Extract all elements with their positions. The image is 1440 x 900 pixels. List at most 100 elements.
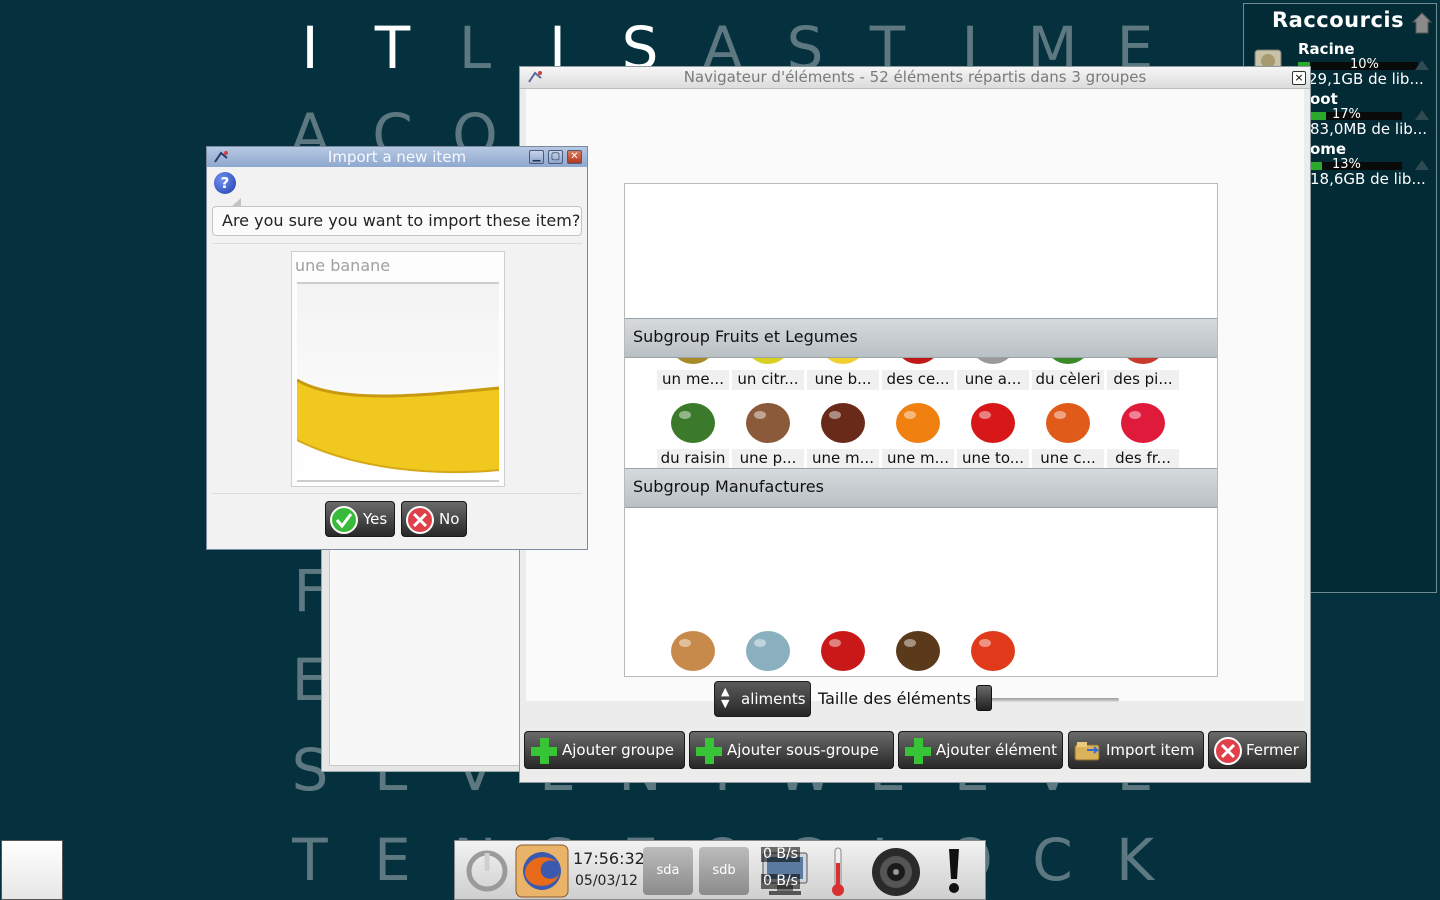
network-monitor[interactable]: 0 B/s 0 B/s	[757, 845, 813, 899]
drive-free-space: 83,0MB de lib...	[1310, 120, 1428, 138]
list-item[interactable]: une m...	[807, 393, 879, 469]
help-icon: ?	[214, 172, 236, 194]
add-element-button[interactable]: Ajouter élément	[898, 731, 1063, 769]
item-size-label: Taille des éléments	[818, 689, 971, 708]
no-button[interactable]: No	[401, 501, 467, 537]
item-label: une m...	[882, 449, 954, 469]
cancel-icon	[1214, 737, 1242, 765]
word-clock-letter: E	[374, 826, 411, 894]
navigator-button-bar: Ajouter groupe Ajouter sous-groupe Ajout…	[524, 731, 1308, 771]
item-thumbnail	[1040, 395, 1096, 447]
drive-sdb-button[interactable]: sdb	[699, 847, 749, 895]
list-item[interactable]: un oeuf	[657, 621, 729, 676]
item-label: des ce...	[882, 370, 954, 390]
item-label: du raisin	[657, 449, 729, 469]
list-item[interactable]: une p...	[732, 393, 804, 469]
items-panel: un me... un citr... une b... des ce... une a…	[624, 183, 1218, 677]
network-download-rate: 0 B/s	[761, 846, 800, 862]
item-thumbnail	[740, 395, 796, 447]
import-dialog-titlebar[interactable]: Import a new item ▁ ▢ ✕	[207, 147, 587, 167]
item-thumbnail	[665, 623, 721, 675]
drive-name[interactable]: ome	[1310, 140, 1346, 158]
item-size-slider-handle[interactable]	[975, 685, 992, 711]
item-label: des pi...	[1107, 370, 1179, 390]
add-subgroup-button[interactable]: Ajouter sous-groupe	[689, 731, 894, 769]
word-clock-letter: I	[301, 14, 319, 82]
subgroup-title: Subgroup Fruits et Legumes	[633, 327, 858, 346]
speaker-icon[interactable]	[869, 845, 923, 899]
show-desktop-button[interactable]	[1, 840, 63, 900]
item-thumbnail	[1115, 395, 1171, 447]
list-item[interactable]: une c...	[957, 621, 1029, 676]
maximize-icon[interactable]: ▢	[548, 150, 563, 164]
add-group-button[interactable]: Ajouter groupe	[524, 731, 685, 769]
close-icon[interactable]: ×	[1292, 71, 1306, 85]
list-item[interactable]: du raisin	[657, 393, 729, 469]
subgroup-header[interactable]: Subgroup Fruits et Legumes	[625, 318, 1217, 358]
item-preview: une banane	[291, 251, 505, 487]
drive-free-space: 29,1GB de lib...	[1308, 70, 1424, 88]
thermometer-icon[interactable]	[827, 845, 849, 899]
group-selector[interactable]: ▲ ▼ aliments	[714, 681, 811, 717]
list-item[interactable]: des fr...	[1107, 393, 1179, 469]
word-clock-letter: T	[292, 826, 328, 894]
network-upload-rate: 0 B/s	[761, 873, 800, 889]
drive-name[interactable]: oot	[1310, 90, 1338, 108]
list-item[interactable]: une m...	[882, 393, 954, 469]
item-name: une banane	[295, 256, 391, 275]
notification-icon[interactable]	[943, 847, 965, 895]
cancel-icon	[406, 506, 434, 534]
import-dialog: Import a new item ▁ ▢ ✕ ? Are you sure y…	[206, 146, 588, 550]
eject-icon[interactable]	[1415, 160, 1429, 170]
drive-free-space: 18,6GB de lib...	[1310, 170, 1426, 188]
import-item-button[interactable]: Import item	[1068, 731, 1204, 769]
up-down-arrows-icon: ▲ ▼	[721, 685, 730, 710]
close-icon[interactable]: ✕	[567, 150, 582, 164]
no-label: No	[439, 510, 460, 528]
item-thumbnail	[665, 395, 721, 447]
add-element-label: Ajouter élément	[936, 741, 1058, 759]
divider	[212, 493, 582, 494]
item-thumbnail	[890, 623, 946, 675]
item-label: une m...	[807, 449, 879, 469]
clock-time: 17:56:32	[573, 849, 645, 868]
item-label: une a...	[957, 370, 1029, 390]
drive-sda-button[interactable]: sda	[643, 847, 693, 895]
item-label: une c...	[1032, 449, 1104, 469]
yes-button[interactable]: Yes	[325, 501, 395, 537]
eject-icon[interactable]	[1415, 60, 1429, 70]
minimize-icon[interactable]: ▁	[529, 150, 544, 164]
list-item[interactable]: une to...	[957, 393, 1029, 469]
list-item[interactable]: du sa...	[732, 621, 804, 676]
item-label: une b...	[807, 370, 879, 390]
question-bubble: Are you sure you want to import these it…	[212, 198, 582, 236]
clock-date: 05/03/12	[575, 873, 638, 889]
background-window-pane	[329, 541, 521, 766]
list-item[interactable]: de la s...	[807, 621, 879, 676]
item-label: une p...	[732, 449, 804, 469]
import-item-label: Import item	[1106, 741, 1195, 759]
firefox-icon[interactable]	[515, 844, 569, 898]
bubble-tail	[231, 198, 241, 207]
word-clock-letter: C	[1032, 826, 1073, 894]
navigator-titlebar[interactable]: Navigateur d'éléments - 52 éléments répa…	[520, 67, 1310, 89]
word-clock-letter: T	[374, 14, 411, 82]
subgroup-title: Subgroup Manufactures	[633, 477, 824, 496]
shortcuts-title: Raccourcis	[1272, 8, 1405, 32]
eject-icon[interactable]	[1415, 110, 1429, 120]
item-size-slider[interactable]	[974, 698, 1119, 702]
close-label: Fermer	[1246, 741, 1299, 759]
list-item[interactable]: une ta...	[882, 621, 954, 676]
question-text: Are you sure you want to import these it…	[222, 211, 581, 230]
subgroup-header[interactable]: Subgroup Manufactures	[625, 468, 1217, 508]
logout-icon[interactable]	[463, 847, 511, 895]
banana-picture	[296, 378, 500, 474]
item-label: du cèleri	[1032, 370, 1104, 390]
add-group-label: Ajouter groupe	[562, 741, 674, 759]
list-item[interactable]: une c...	[1032, 393, 1104, 469]
home-icon[interactable]	[1412, 12, 1432, 34]
background-window	[321, 540, 522, 772]
plus-icon	[905, 738, 931, 764]
close-button[interactable]: Fermer	[1208, 731, 1307, 769]
drive-name[interactable]: Racine	[1298, 40, 1355, 58]
